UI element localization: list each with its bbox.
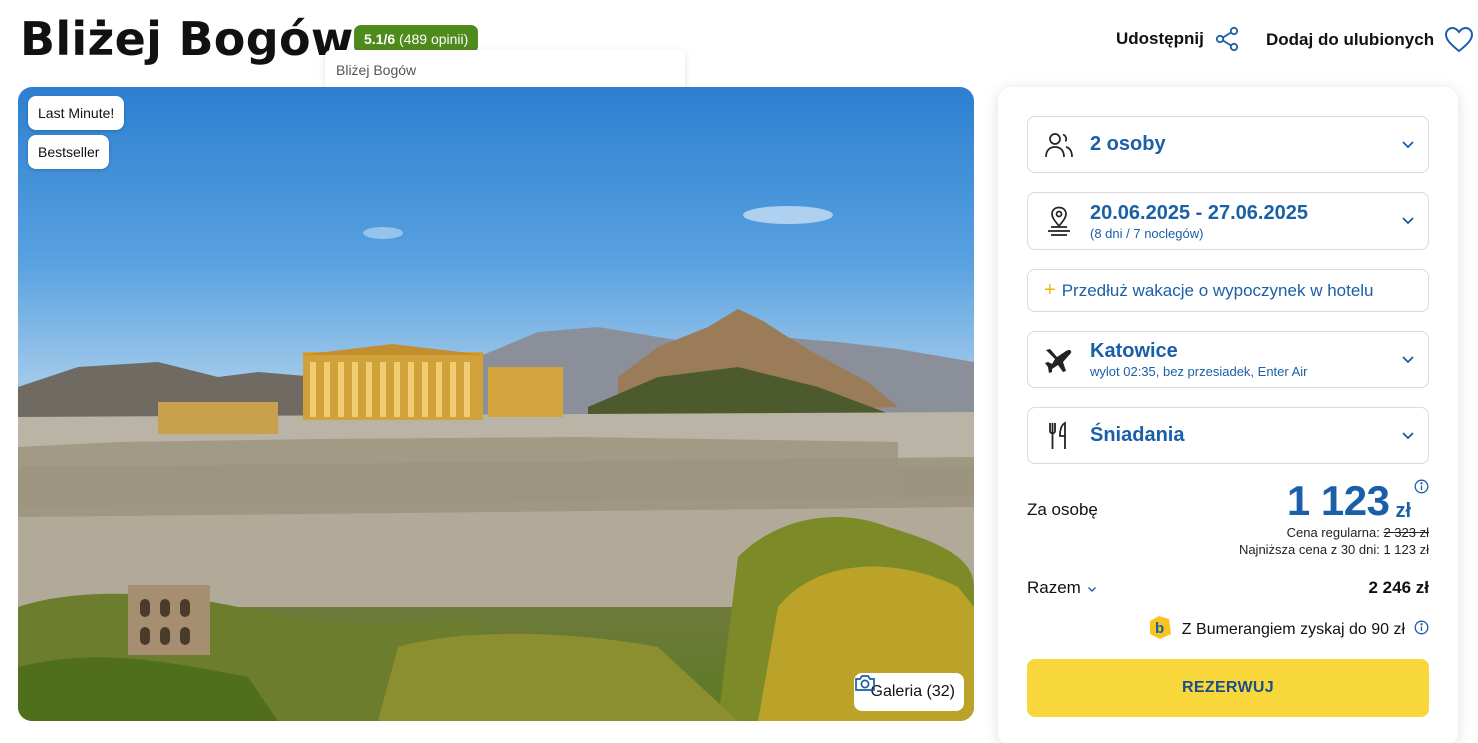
bumerang-logo-icon: b <box>1147 614 1173 645</box>
last-minute-tag: Last Minute! <box>28 96 125 130</box>
plane-icon <box>1028 346 1090 374</box>
favorite-label: Dodaj do ulubionych <box>1266 30 1435 49</box>
plus-icon: + <box>1044 279 1056 301</box>
bumerang-text: Z Bumerangiem zyskaj do 90 zł <box>1181 620 1405 638</box>
total-label: Razem <box>1027 578 1081 597</box>
location-pin-icon <box>1028 206 1090 236</box>
chevron-down-icon <box>1388 431 1428 441</box>
booking-panel: 2 osoby 20.06.2025 - 27.06.2025 (8 dni /… <box>998 87 1458 743</box>
persons-selector[interactable]: 2 osoby <box>1027 116 1429 173</box>
departure-selector[interactable]: Katowice wylot 02:35, bez przesiadek, En… <box>1027 331 1429 388</box>
regular-price-label: Cena regularna: <box>1286 525 1380 540</box>
price-amount: 1 123 <box>1286 477 1390 524</box>
departure-city: Katowice <box>1090 340 1178 362</box>
svg-text:b: b <box>1155 620 1164 637</box>
flight-info: wylot 02:35, bez przesiadek, Enter Air <box>1090 364 1308 379</box>
gallery-label: Galeria (32) <box>870 683 955 700</box>
rating-count: (489 opinii) <box>399 31 469 47</box>
hotel-title: Bliżej Bogów <box>20 12 354 66</box>
share-icon <box>1214 26 1240 52</box>
total-toggle[interactable]: Razem <box>1027 578 1097 598</box>
duration-value: (8 dni / 7 noclegów) <box>1090 225 1204 241</box>
chevron-down-icon <box>1388 140 1428 150</box>
regular-price: Cena regularna: 2 323 zł <box>1287 525 1429 540</box>
users-icon <box>1028 131 1090 159</box>
board-value: Śniadania <box>1090 424 1185 446</box>
add-to-favorites-button[interactable]: Dodaj do ulubionych <box>1266 26 1474 54</box>
chevron-down-icon <box>1087 578 1097 598</box>
extend-stay-button[interactable]: + Przedłuż wakacje o wypoczynek w hotelu <box>1027 269 1429 312</box>
dates-value: 20.06.2025 - 27.06.2025 <box>1090 201 1308 224</box>
chevron-down-icon <box>1388 355 1428 365</box>
chevron-down-icon <box>1388 216 1428 226</box>
price-per-person: 1 123 zł <box>1287 477 1411 525</box>
dates-selector[interactable]: 20.06.2025 - 27.06.2025 (8 dni / 7 nocle… <box>1027 192 1429 250</box>
per-person-label: Za osobę <box>1027 500 1098 519</box>
board-selector[interactable]: Śniadania <box>1027 407 1429 464</box>
rating-score: 5.1/6 <box>364 31 396 47</box>
regular-price-value: 2 323 zł <box>1383 525 1429 540</box>
rating-badge[interactable]: 5.1/6 (489 opinii) <box>354 25 479 53</box>
gallery-button[interactable]: Galeria (32) <box>853 673 964 711</box>
share-button[interactable]: Udostępnij <box>1116 26 1240 52</box>
reserve-button[interactable]: REZERWUJ <box>1027 659 1429 717</box>
total-value: 2 246 zł <box>1368 578 1430 597</box>
persons-value: 2 osoby <box>1090 133 1166 155</box>
bumerang-info: b Z Bumerangiem zyskaj do 90 zł <box>1147 614 1429 645</box>
extend-stay-label: Przedłuż wakacje o wypoczynek w hotelu <box>1061 280 1374 300</box>
share-label: Udostępnij <box>1116 29 1204 48</box>
info-icon[interactable] <box>1414 620 1429 640</box>
lowest-price-30-days: Najniższa cena z 30 dni: 1 123 zł <box>1238 542 1429 557</box>
title-tooltip: Bliżej Bogów <box>325 50 685 90</box>
hero-image[interactable]: Last Minute! Bestseller Galeria (32) <box>18 87 974 721</box>
cutlery-icon <box>1028 421 1090 451</box>
bestseller-tag: Bestseller <box>28 135 110 169</box>
info-icon[interactable] <box>1414 479 1429 499</box>
acropolis-illustration <box>18 206 974 721</box>
price-currency: zł <box>1395 500 1411 522</box>
heart-icon <box>1444 26 1474 54</box>
